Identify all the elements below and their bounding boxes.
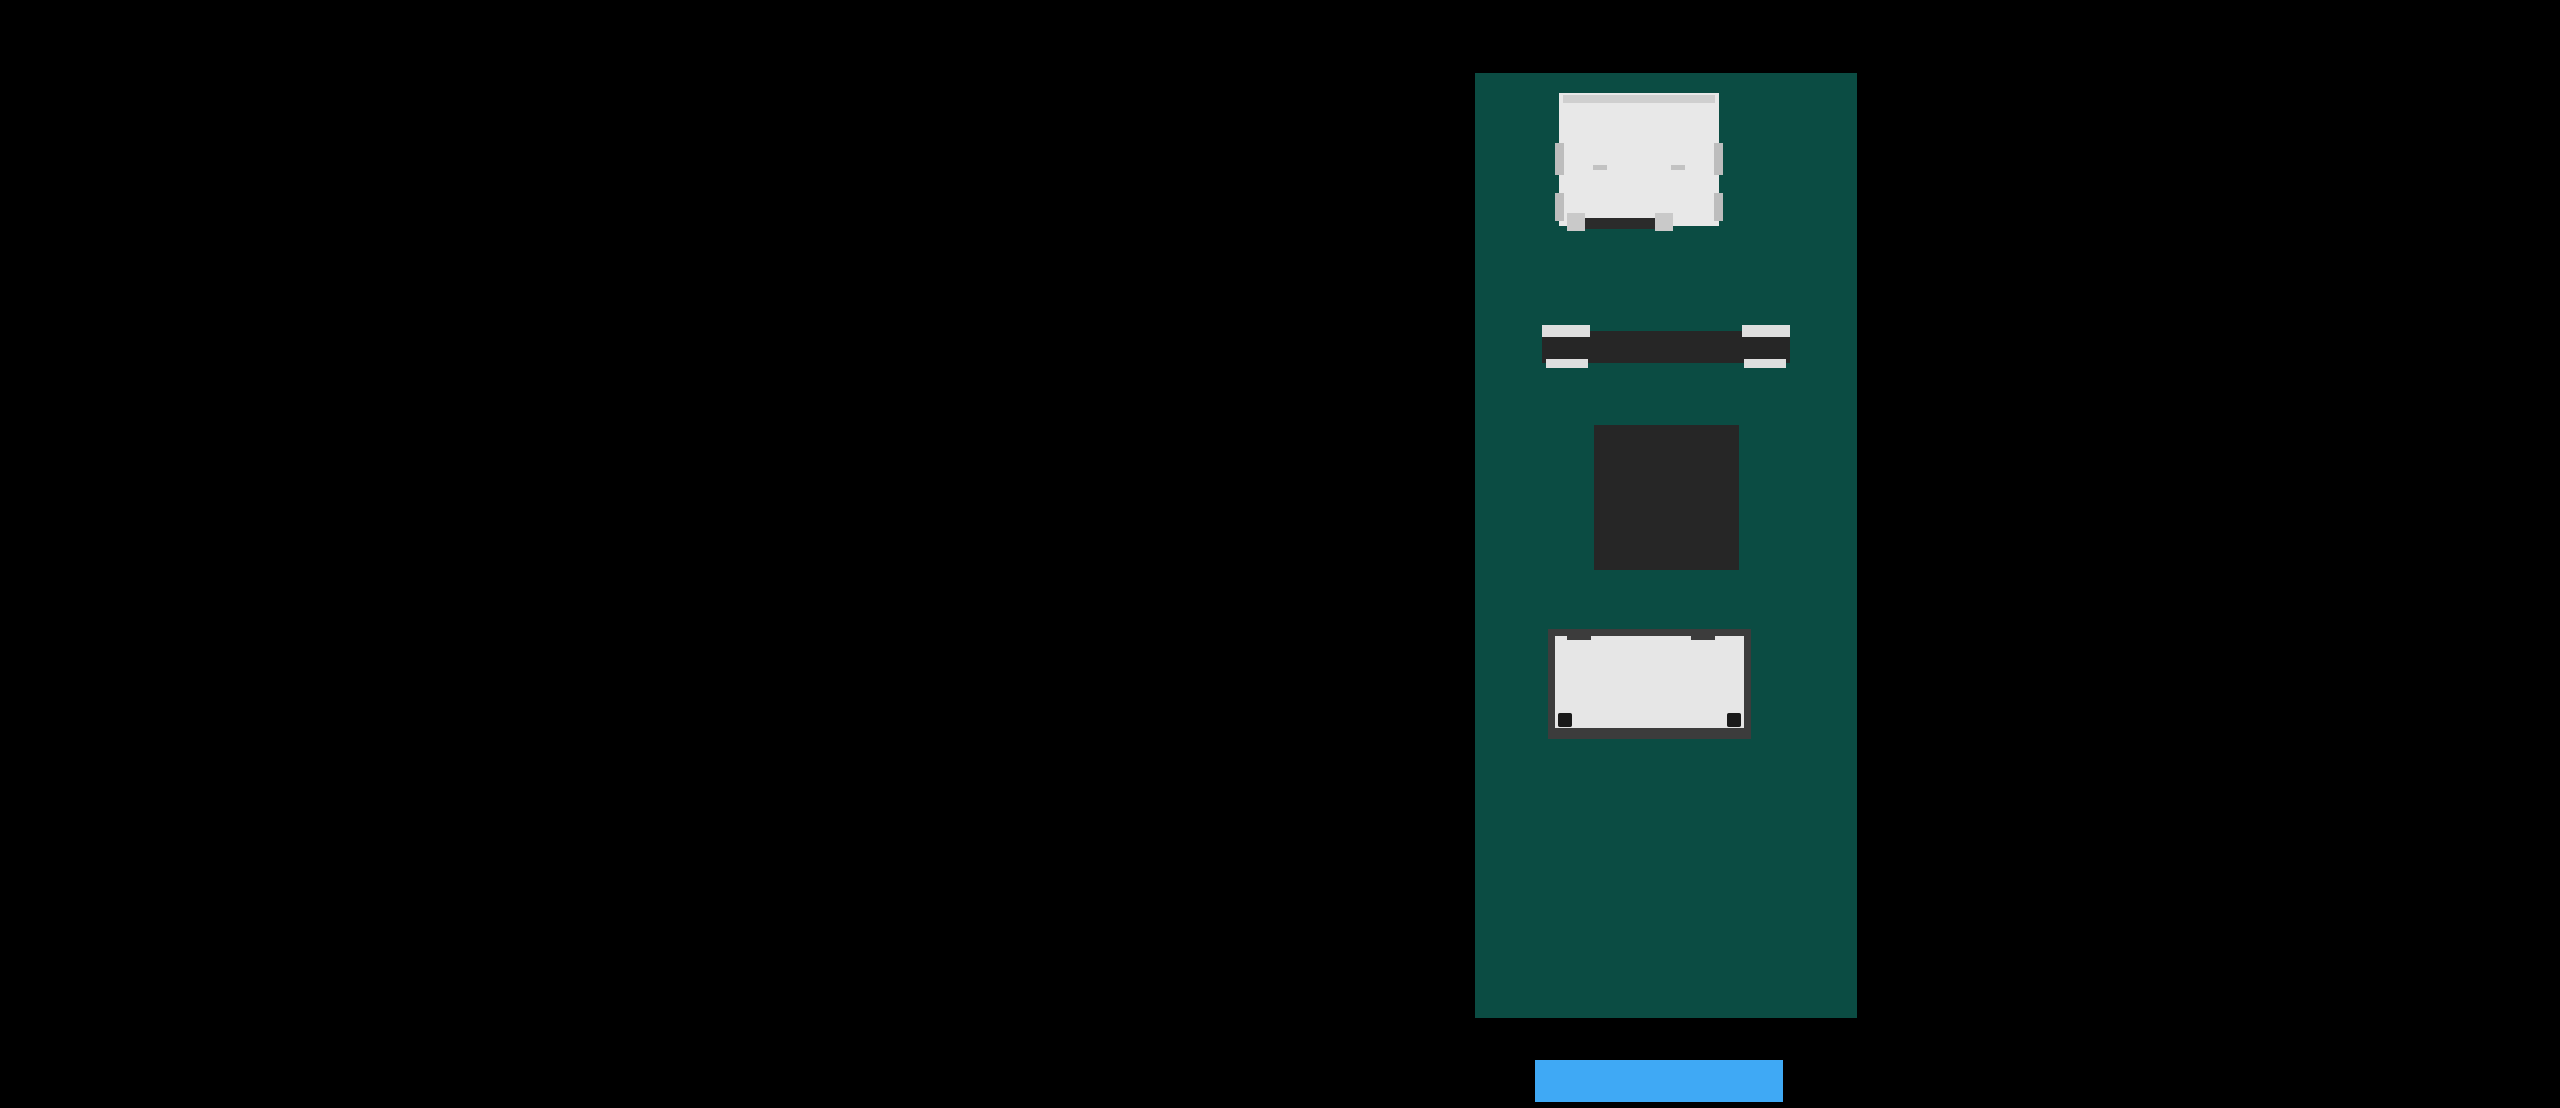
tf-corner-left: [1558, 713, 1572, 727]
tf-socket-inner: [1555, 636, 1744, 728]
pinout-diagram: [0, 0, 2560, 1108]
tf-notch-left: [1567, 633, 1591, 640]
eth-badge: [1535, 1060, 1783, 1102]
tf-notch-right: [1691, 633, 1715, 640]
tf-corner-right: [1727, 713, 1741, 727]
tf-socket: [1548, 629, 1751, 739]
pcb-board: [1475, 73, 1857, 1018]
soc-pin-ring: [1475, 73, 1857, 1018]
